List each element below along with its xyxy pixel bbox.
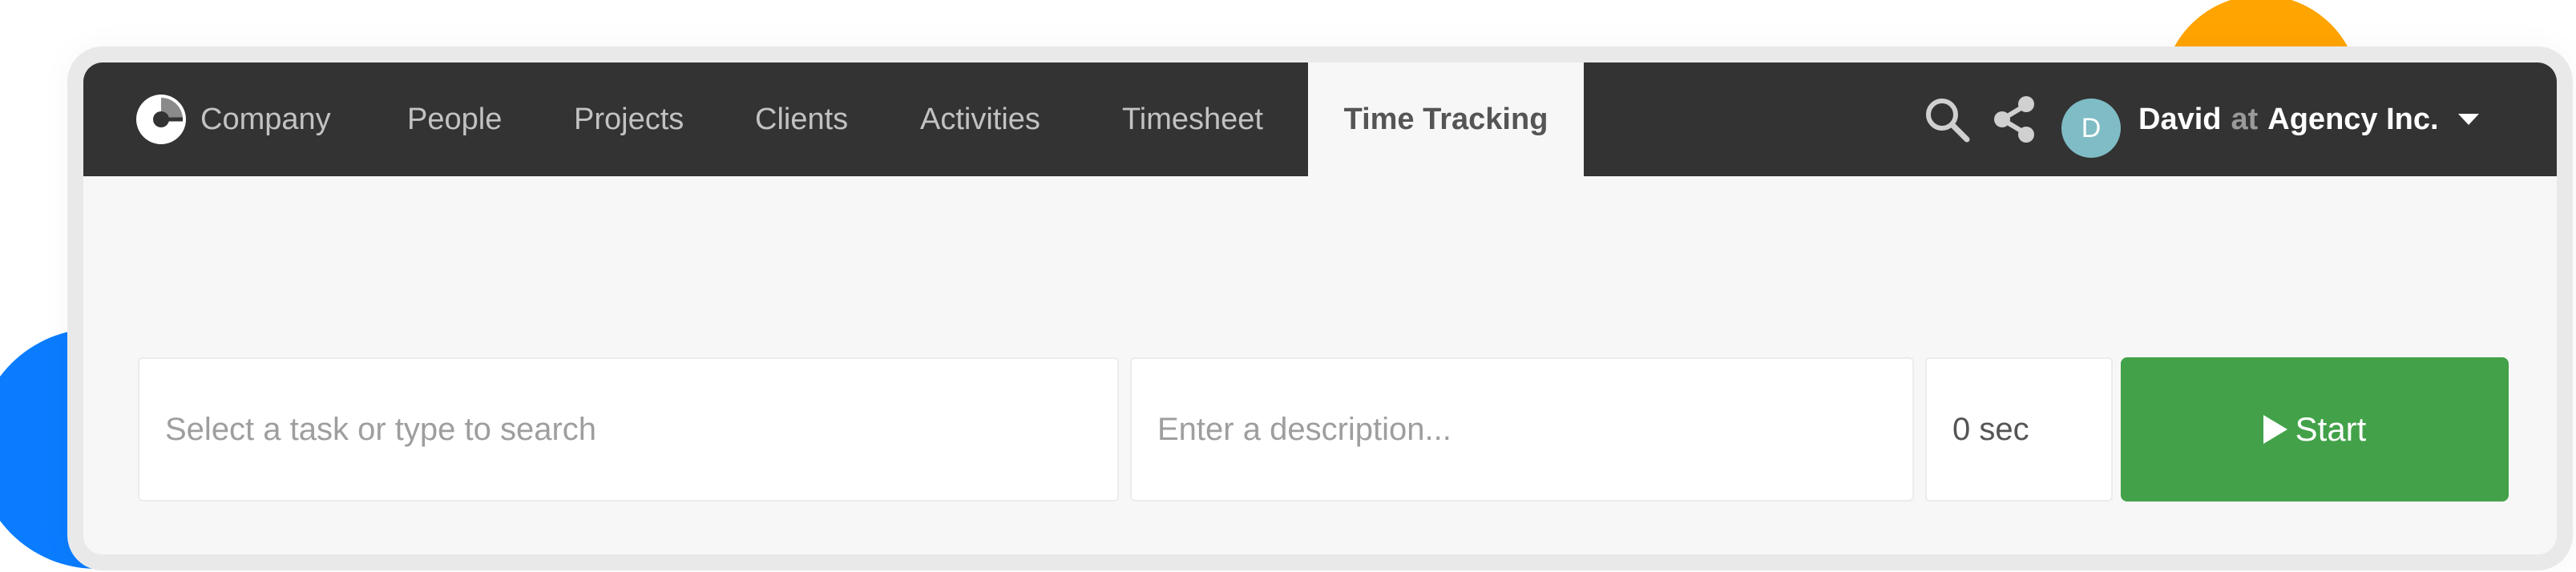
top-navbar: Company People Projects Clients Activiti… <box>83 62 2557 176</box>
chevron-down-icon <box>2457 114 2479 125</box>
account-connector: at <box>2231 102 2259 136</box>
search-icon[interactable] <box>1922 95 1972 144</box>
user-avatar[interactable]: D <box>2061 99 2121 158</box>
task-search-input[interactable]: Select a task or type to search <box>138 357 1119 502</box>
nav-link-activities[interactable]: Activities <box>920 62 1040 176</box>
app-window: Company People Projects Clients Activiti… <box>67 46 2573 570</box>
nav-link-people[interactable]: People <box>407 62 502 176</box>
nav-brand-label: Company <box>200 102 331 136</box>
nav-link-time-tracking[interactable]: Time Tracking <box>1308 62 1584 176</box>
nav-link-projects[interactable]: Projects <box>574 62 684 176</box>
description-input[interactable]: Enter a description... <box>1130 357 1914 502</box>
screenshot-stage: Company People Projects Clients Activiti… <box>0 0 2576 572</box>
start-button-label: Start <box>2295 410 2367 448</box>
nav-brand-company[interactable]: Company <box>135 62 331 176</box>
account-company-name: Agency Inc. <box>2267 102 2439 136</box>
account-menu[interactable]: David at Agency Inc. <box>2138 62 2479 176</box>
duration-field[interactable]: 0 sec <box>1925 357 2113 502</box>
share-icon[interactable] <box>1991 95 2039 144</box>
play-icon <box>2263 415 2287 444</box>
company-logo-icon <box>136 95 186 144</box>
account-user-name: David <box>2138 102 2222 136</box>
start-button[interactable]: Start <box>2121 357 2509 502</box>
nav-link-timesheet[interactable]: Timesheet <box>1122 62 1263 176</box>
nav-link-clients[interactable]: Clients <box>755 62 848 176</box>
